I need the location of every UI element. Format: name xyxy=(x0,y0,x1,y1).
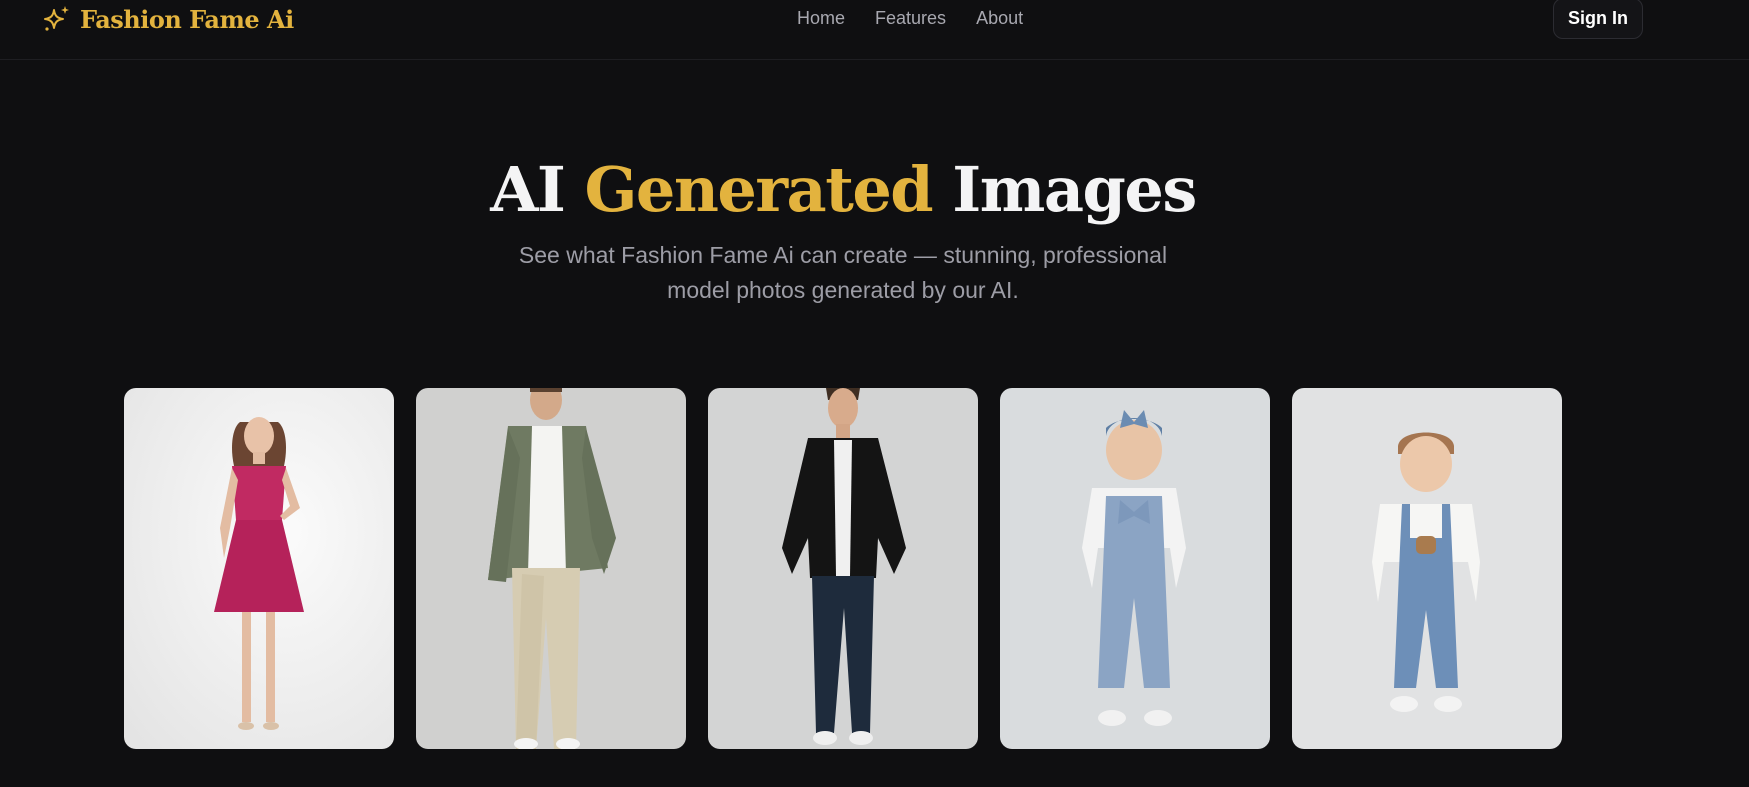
sign-in-button[interactable]: Sign In xyxy=(1553,0,1643,39)
hero-subtitle: See what Fashion Fame Ai can create — st… xyxy=(493,238,1193,308)
nav-link-features[interactable]: Features xyxy=(875,8,946,29)
nav-link-about[interactable]: About xyxy=(976,8,1023,29)
subtitle-line-2: model photos generated by our AI. xyxy=(667,277,1019,303)
gallery-image-toddler-boy-overalls[interactable] xyxy=(1292,388,1562,749)
brand-logo[interactable]: Fashion Fame Ai xyxy=(42,2,294,36)
gallery-image-man-green-jacket[interactable] xyxy=(416,388,686,749)
title-part-1: AI xyxy=(490,153,585,226)
main-nav: Home Features About xyxy=(797,6,1023,30)
gallery-image-woman-pink-dress[interactable] xyxy=(124,388,394,749)
image-gallery xyxy=(124,388,1562,749)
gallery-image-toddler-girl-denim[interactable] xyxy=(1000,388,1270,749)
page-title: AI Generated Images xyxy=(0,150,1686,230)
title-part-2: Images xyxy=(932,153,1197,226)
sparkle-icon xyxy=(44,6,69,31)
gallery-image-man-black-shirt[interactable] xyxy=(708,388,978,749)
subtitle-line-1: See what Fashion Fame Ai can create — st… xyxy=(518,242,1168,268)
top-navbar: Fashion Fame Ai Home Features About Sign… xyxy=(0,0,1749,60)
nav-link-home[interactable]: Home xyxy=(797,8,845,29)
title-accent: Generated xyxy=(584,153,933,226)
brand-name: Fashion Fame Ai xyxy=(80,4,294,34)
